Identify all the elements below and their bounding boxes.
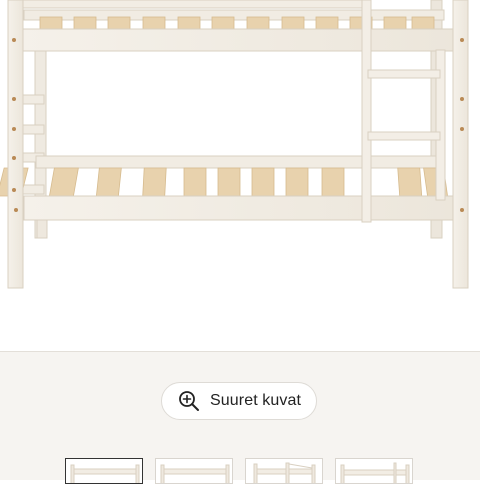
zoom-images-button[interactable]: Suuret kuvat bbox=[161, 382, 317, 420]
thumbnail-bunk-bed-angle bbox=[253, 462, 316, 483]
zoom-button-label: Suuret kuvat bbox=[210, 392, 302, 409]
thumbnail-bunk-bed-ladder bbox=[340, 462, 410, 483]
thumbnail-bunk-bed-front bbox=[70, 464, 140, 483]
thumbnail-2[interactable] bbox=[155, 458, 233, 484]
product-image[interactable] bbox=[0, 0, 480, 350]
thumbnail-1[interactable] bbox=[65, 458, 143, 484]
thumbnail-3[interactable] bbox=[245, 458, 323, 484]
magnifier-plus-icon bbox=[179, 391, 199, 411]
thumbnail-bunk-bed-side bbox=[160, 464, 230, 483]
thumbnail-4[interactable] bbox=[335, 458, 413, 484]
bunk-bed-image bbox=[0, 0, 469, 289]
